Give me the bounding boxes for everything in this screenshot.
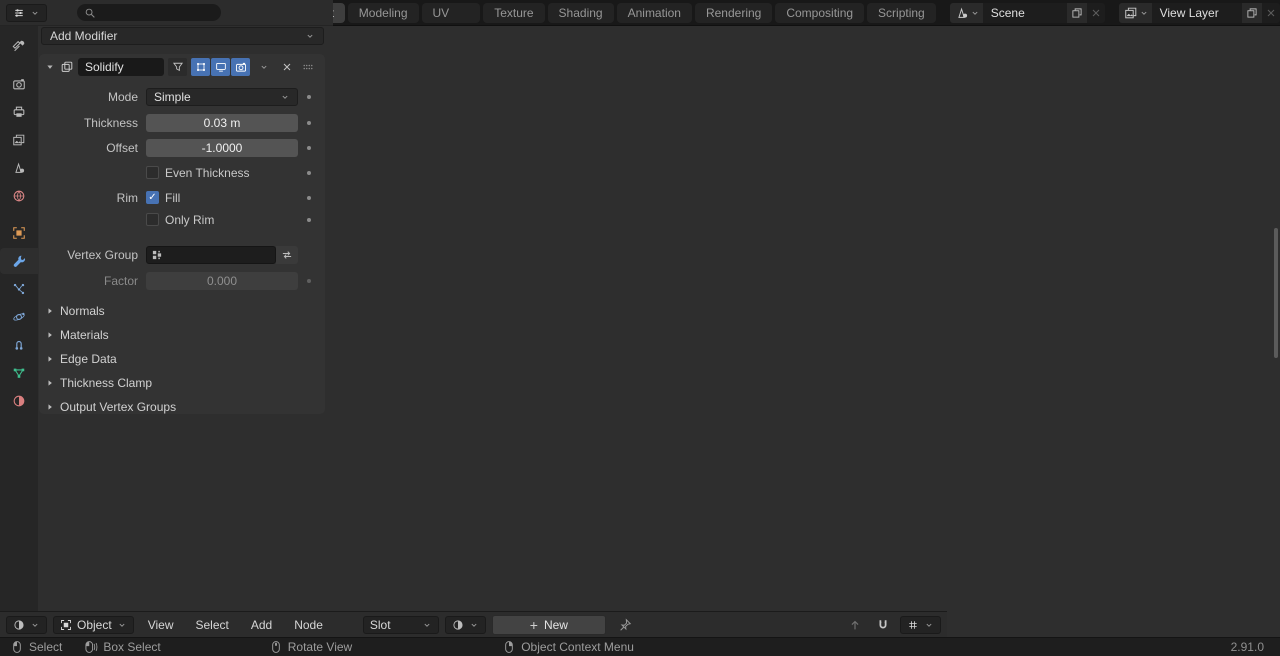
shader-editor-type-button[interactable] bbox=[6, 615, 47, 634]
tab-uv-editing[interactable]: UV Editing bbox=[421, 2, 481, 40]
keymap-select: Select bbox=[10, 640, 62, 654]
vertex-group-icon bbox=[151, 249, 163, 261]
keymap-box-select: Box Select bbox=[84, 640, 161, 654]
material-browse-button[interactable] bbox=[444, 615, 486, 634]
tab-object-data[interactable] bbox=[0, 360, 38, 386]
shader-menu-select[interactable]: Select bbox=[187, 615, 236, 635]
tab-animation[interactable]: Animation bbox=[616, 2, 692, 23]
scene-copy-button[interactable] bbox=[1066, 2, 1087, 23]
tab-world[interactable] bbox=[0, 183, 38, 209]
section-edge-data[interactable]: Edge Data bbox=[44, 350, 117, 368]
status-bar: Select Box Select Rotate View Object Con… bbox=[0, 637, 1280, 656]
animate-dot[interactable] bbox=[307, 279, 311, 283]
view-layer-unlink-button[interactable] bbox=[1262, 2, 1280, 23]
tab-compositing[interactable]: Compositing bbox=[775, 2, 865, 23]
object-icon bbox=[60, 619, 72, 631]
scene-selector: Scene bbox=[949, 2, 1105, 23]
factor-slider[interactable]: 0.000 bbox=[146, 272, 298, 290]
section-normals[interactable]: Normals bbox=[44, 302, 105, 320]
workspace-tabs: Layout Modeling UV Editing Texture Paint… bbox=[286, 2, 936, 40]
fill-label: Fill bbox=[165, 191, 181, 205]
even-thickness-label: Even Thickness bbox=[165, 166, 250, 180]
tab-physics[interactable] bbox=[0, 304, 38, 330]
section-materials[interactable]: Materials bbox=[44, 326, 109, 344]
mouse-middle-icon bbox=[269, 640, 283, 654]
animate-dot[interactable] bbox=[307, 171, 311, 175]
tab-rendering[interactable]: Rendering bbox=[694, 2, 773, 23]
rim-fill-checkbox[interactable]: ✓ bbox=[146, 191, 159, 204]
snap-grid-icon bbox=[907, 619, 919, 631]
tab-object[interactable] bbox=[0, 220, 38, 246]
animate-dot[interactable] bbox=[307, 196, 311, 200]
material-sphere-icon bbox=[452, 619, 464, 631]
shader-editor-icon bbox=[13, 619, 25, 631]
view-layer-selector: View Layer bbox=[1118, 2, 1280, 23]
tab-modeling[interactable]: Modeling bbox=[347, 2, 419, 23]
tab-material[interactable] bbox=[0, 388, 38, 414]
magnet-icon bbox=[876, 618, 890, 632]
tab-constraints[interactable] bbox=[0, 332, 38, 358]
view-layer-browse-button[interactable] bbox=[1118, 2, 1152, 23]
properties-tab-strip bbox=[0, 26, 38, 655]
tab-modifiers[interactable] bbox=[0, 248, 38, 274]
shader-menu-node[interactable]: Node bbox=[286, 615, 331, 635]
tab-shading[interactable]: Shading bbox=[547, 2, 614, 23]
shader-snap-toggle[interactable] bbox=[872, 615, 894, 635]
go-to-parent-node-button[interactable] bbox=[844, 615, 866, 635]
mouse-left-drag-icon bbox=[84, 640, 98, 654]
tab-scene[interactable] bbox=[0, 170, 38, 181]
mouse-left-icon bbox=[10, 640, 24, 654]
shader-snap-dropdown[interactable] bbox=[900, 615, 941, 634]
scene-unlink-button[interactable] bbox=[1086, 2, 1105, 23]
invert-vertex-group-button[interactable] bbox=[276, 246, 298, 264]
keymap-context-menu: Object Context Menu bbox=[502, 640, 634, 654]
even-thickness-checkbox[interactable] bbox=[146, 166, 159, 179]
view-layer-copy-button[interactable] bbox=[1242, 2, 1262, 23]
section-thickness-clamp[interactable]: Thickness Clamp bbox=[44, 374, 152, 392]
mouse-right-icon bbox=[502, 640, 516, 654]
keymap-rotate-view: Rotate View bbox=[269, 640, 352, 654]
shader-editor-header: Object View Select Add Node Slot + New bbox=[0, 611, 947, 637]
scene-browse-button[interactable] bbox=[949, 2, 983, 23]
section-output-vertex-groups[interactable]: Output Vertex Groups bbox=[44, 398, 176, 416]
tab-particles[interactable] bbox=[0, 276, 38, 302]
vertex-group-field[interactable] bbox=[146, 246, 276, 264]
rim-label: Rim bbox=[116, 191, 138, 205]
pin-icon[interactable] bbox=[618, 618, 632, 632]
new-material-button[interactable]: + New bbox=[491, 614, 606, 635]
tab-texture-paint[interactable]: Texture Paint bbox=[483, 2, 545, 40]
only-rim-label: Only Rim bbox=[165, 213, 215, 227]
tab-scripting[interactable]: Scripting bbox=[867, 2, 936, 23]
version-label: 2.91.0 bbox=[1230, 640, 1264, 654]
only-rim-checkbox[interactable] bbox=[146, 213, 159, 226]
factor-label: Factor bbox=[103, 274, 138, 288]
shader-type-dropdown[interactable]: Object bbox=[53, 615, 134, 634]
properties-editor: Add Modifier Solidify Mode Simple Thickn… bbox=[0, 0, 1280, 655]
shader-menu-view[interactable]: View bbox=[140, 615, 182, 635]
shader-menu-add[interactable]: Add bbox=[243, 615, 280, 635]
scene-name[interactable]: Scene bbox=[982, 2, 1067, 23]
slot-dropdown[interactable]: Slot bbox=[362, 615, 439, 634]
animate-dot[interactable] bbox=[307, 218, 311, 222]
view-layer-name[interactable]: View Layer bbox=[1151, 2, 1242, 23]
vertex-group-label: Vertex Group bbox=[67, 248, 138, 262]
